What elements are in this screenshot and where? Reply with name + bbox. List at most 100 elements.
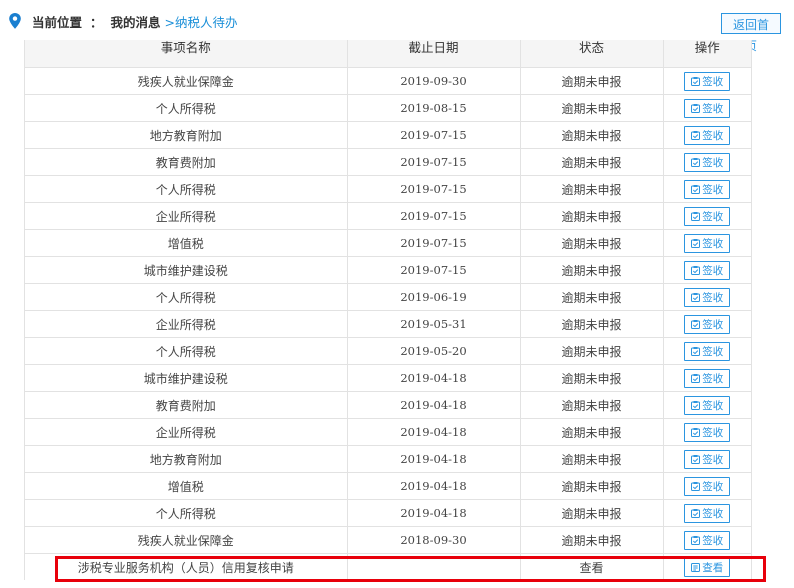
view-button[interactable]: 查看 xyxy=(684,557,731,577)
sign-button[interactable]: 签收 xyxy=(684,341,731,361)
deadline-cell: 2019-05-20 xyxy=(346,337,520,365)
item-name-cell: 教育费附加 xyxy=(25,148,347,176)
action-label: 查看 xyxy=(702,561,724,574)
table-row: 城市维护建设税 2019-04-18 逾期未申报 签收 xyxy=(25,364,751,392)
deadline-cell: 2019-08-15 xyxy=(346,94,520,122)
status-cell: 逾期未申报 xyxy=(519,310,663,338)
return-home-button[interactable]: 返回首页 xyxy=(721,13,781,53)
table-row: 城市维护建设税 2019-07-15 逾期未申报 签收 xyxy=(25,256,751,284)
table-row: 地方教育附加 2019-07-15 逾期未申报 签收 xyxy=(25,121,751,149)
sign-button[interactable]: 签收 xyxy=(684,449,731,469)
sign-button[interactable]: 签收 xyxy=(684,125,731,145)
action-label: 签收 xyxy=(702,75,724,88)
sign-button[interactable]: 签收 xyxy=(684,260,731,280)
sign-button[interactable]: 签收 xyxy=(684,152,731,172)
item-name-cell: 增值税 xyxy=(25,229,347,257)
sign-button[interactable]: 签收 xyxy=(684,422,731,442)
action-cell: 签收 xyxy=(662,337,751,365)
table-row: 企业所得税 2019-05-31 逾期未申报 签收 xyxy=(25,310,751,338)
sign-button[interactable]: 签收 xyxy=(684,476,731,496)
action-label: 签收 xyxy=(702,372,724,385)
status-cell: 逾期未申报 xyxy=(519,202,663,230)
item-name-cell: 企业所得税 xyxy=(25,202,347,230)
table-row: 增值税 2019-04-18 逾期未申报 签收 xyxy=(25,472,751,500)
action-label: 签收 xyxy=(702,453,724,466)
action-cell: 签收 xyxy=(662,175,751,203)
sign-icon xyxy=(691,76,701,86)
sign-button[interactable]: 签收 xyxy=(684,98,731,118)
sign-button[interactable]: 签收 xyxy=(684,503,731,523)
action-label: 签收 xyxy=(702,480,724,493)
status-cell: 逾期未申报 xyxy=(519,364,663,392)
action-cell: 签收 xyxy=(662,283,751,311)
action-cell: 签收 xyxy=(662,94,751,122)
item-name-cell: 涉税专业服务机构（人员）信用复核申请 xyxy=(77,560,294,575)
status-cell: 逾期未申报 xyxy=(519,175,663,203)
action-label: 签收 xyxy=(702,345,724,358)
action-cell: 签收 xyxy=(662,121,751,149)
action-cell: 查看 xyxy=(662,553,751,580)
table-row: 企业所得税 2019-04-18 逾期未申报 签收 xyxy=(25,418,751,446)
action-cell: 签收 xyxy=(662,499,751,527)
status-cell: 逾期未申报 xyxy=(519,499,663,527)
table-header-row: 事项名称 截止日期 状态 操作 xyxy=(25,40,751,68)
column-header-deadline: 截止日期 xyxy=(346,40,520,68)
breadcrumb-taxpayer-todo-link[interactable]: >纳税人待办 xyxy=(165,12,238,31)
deadline-cell: 2019-07-15 xyxy=(346,256,520,284)
deadline-cell: 2018-09-30 xyxy=(346,526,520,554)
sign-button[interactable]: 签收 xyxy=(684,179,731,199)
table-row: 涉税专业服务机构（人员）信用复核申请 查看 查看 xyxy=(25,553,751,580)
item-name-cell: 城市维护建设税 xyxy=(25,364,347,392)
action-label: 签收 xyxy=(702,426,724,439)
status-cell: 逾期未申报 xyxy=(519,256,663,284)
sign-button[interactable]: 签收 xyxy=(684,206,731,226)
deadline-cell: 2019-07-15 xyxy=(346,175,520,203)
status-cell: 逾期未申报 xyxy=(519,121,663,149)
sign-button[interactable]: 签收 xyxy=(684,287,731,307)
sign-icon xyxy=(691,373,701,383)
status-cell: 逾期未申报 xyxy=(519,229,663,257)
sign-button[interactable]: 签收 xyxy=(684,368,731,388)
breadcrumb: 当前位置 ： 我的消息 >纳税人待办 xyxy=(8,10,238,32)
sign-button[interactable]: 签收 xyxy=(684,71,731,91)
sign-icon xyxy=(691,184,701,194)
sign-button[interactable]: 签收 xyxy=(684,395,731,415)
sign-icon xyxy=(691,130,701,140)
deadline-cell: 2019-04-18 xyxy=(346,418,520,446)
item-name-cell: 个人所得税 xyxy=(25,283,347,311)
sign-button[interactable]: 签收 xyxy=(684,233,731,253)
action-cell: 签收 xyxy=(662,445,751,473)
action-label: 签收 xyxy=(702,291,724,304)
deadline-cell: 2019-07-15 xyxy=(346,229,520,257)
action-label: 签收 xyxy=(702,102,724,115)
sign-icon xyxy=(691,103,701,113)
sign-button[interactable]: 签收 xyxy=(684,530,731,550)
item-name-cell: 残疾人就业保障金 xyxy=(25,526,347,554)
action-label: 签收 xyxy=(702,156,724,169)
action-label: 签收 xyxy=(702,534,724,547)
status-cell: 查看 xyxy=(519,553,663,580)
item-name-cell: 个人所得税 xyxy=(25,499,347,527)
status-cell: 逾期未申报 xyxy=(519,472,663,500)
status-cell: 逾期未申报 xyxy=(519,94,663,122)
action-cell: 签收 xyxy=(662,202,751,230)
table-row: 地方教育附加 2019-04-18 逾期未申报 签收 xyxy=(25,445,751,473)
sign-icon xyxy=(691,265,701,275)
action-label: 签收 xyxy=(702,237,724,250)
item-name-cell: 城市维护建设税 xyxy=(25,256,347,284)
breadcrumb-my-messages[interactable]: 我的消息 xyxy=(111,12,161,31)
deadline-cell: 2019-07-15 xyxy=(346,148,520,176)
item-name-cell: 增值税 xyxy=(25,472,347,500)
deadline-cell: 2019-04-18 xyxy=(346,445,520,473)
sign-button[interactable]: 签收 xyxy=(684,314,731,334)
action-cell: 签收 xyxy=(662,418,751,446)
item-name-cell: 教育费附加 xyxy=(25,391,347,419)
status-cell: 逾期未申报 xyxy=(519,337,663,365)
item-name-cell: 地方教育附加 xyxy=(25,121,347,149)
item-name-cell: 个人所得税 xyxy=(25,94,347,122)
action-label: 签收 xyxy=(702,264,724,277)
table-row: 个人所得税 2019-07-15 逾期未申报 签收 xyxy=(25,175,751,203)
action-label: 签收 xyxy=(702,399,724,412)
sign-icon xyxy=(691,400,701,410)
action-label: 签收 xyxy=(702,318,724,331)
